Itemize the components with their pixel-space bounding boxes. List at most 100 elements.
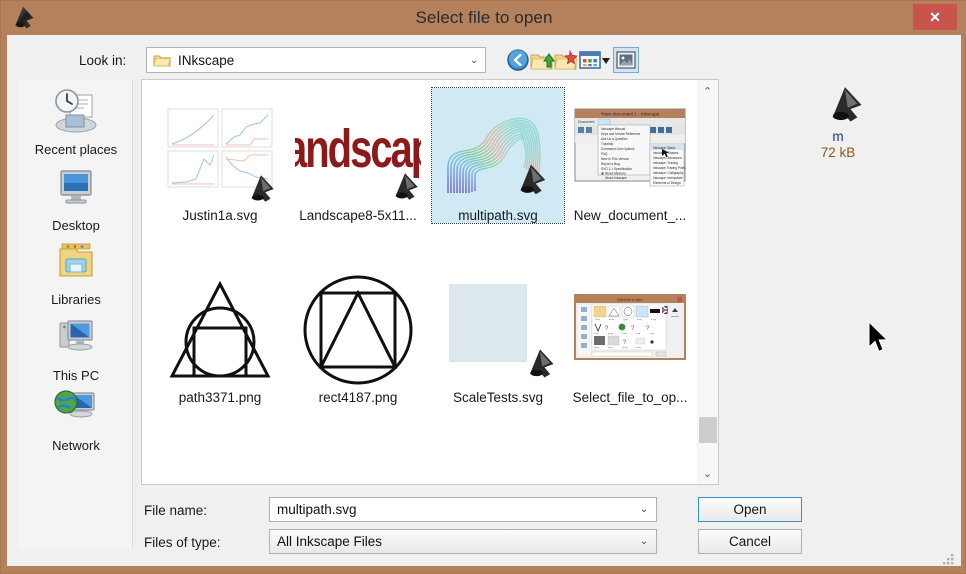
window-title: Select file to open — [1, 1, 966, 35]
preview-pane-button[interactable] — [613, 47, 639, 73]
svg-text:Command Line Options: Command Line Options — [601, 147, 635, 151]
svg-text:g.svg: g.svg — [608, 333, 613, 335]
sidebar-item-recent-places[interactable]: Recent places — [19, 87, 133, 157]
svg-text:Inkscape Manual: Inkscape Manual — [601, 127, 625, 131]
svg-text:Inkscape: Advanced: Inkscape: Advanced — [653, 156, 682, 160]
new-folder-icon — [553, 47, 579, 73]
scrollbar-thumb[interactable] — [699, 417, 717, 443]
svg-text:m.svg: m.svg — [622, 347, 627, 349]
preview-file-size: 72 kB — [725, 145, 951, 160]
this-pc-icon — [48, 313, 104, 361]
back-button[interactable] — [505, 47, 531, 73]
file-name-input[interactable]: multipath.svg ⌄ — [269, 497, 657, 522]
files-of-type-label: Files of type: — [144, 535, 221, 550]
svg-text:f.svg: f.svg — [594, 333, 598, 335]
file-item[interactable]: ScaleTests.svg — [432, 270, 564, 405]
file-item[interactable]: *New document 1 - Inkscape DocumentHelp … — [564, 88, 696, 223]
sidebar-item-label: This PC — [19, 368, 133, 383]
svg-text:Inkscape: Tracing: Inkscape: Tracing — [653, 161, 678, 165]
close-window-button[interactable]: ✕ — [913, 4, 957, 30]
file-list-scrollbar[interactable]: ⌃ ⌄ — [697, 79, 719, 485]
look-in-value: INkscape — [178, 53, 463, 68]
svg-text:Ask Us a Question: Ask Us a Question — [601, 137, 628, 141]
resize-grip-icon[interactable] — [941, 552, 955, 566]
preview-pane-icon — [614, 48, 638, 72]
svg-text:About Inkscape: About Inkscape — [605, 176, 627, 180]
up-folder-icon — [529, 47, 555, 73]
sidebar-item-network[interactable]: Network — [19, 383, 133, 453]
scroll-down-button[interactable]: ⌄ — [697, 462, 718, 484]
chevron-down-icon[interactable]: ⌄ — [632, 504, 656, 515]
file-name: ScaleTests.svg — [432, 390, 564, 405]
file-item[interactable]: Select file to open — [564, 270, 696, 405]
desktop-monitor-icon — [48, 163, 104, 211]
file-thumbnail: Landscape — [292, 88, 424, 208]
svg-text:Inkscape: Calligraphy: Inkscape: Calligraphy — [653, 171, 684, 175]
svg-text:About Memory: About Memory — [605, 172, 626, 176]
file-thumbnail: Select file to open — [564, 270, 696, 390]
preview-pane: m 72 kB — [725, 79, 951, 485]
file-name: Select_file_to_op... — [564, 390, 696, 405]
triangle-circle-square-thumb — [166, 276, 274, 384]
inkscape-badge-icon — [522, 346, 558, 382]
chevron-down-icon[interactable]: ⌄ — [632, 536, 656, 547]
new-folder-button[interactable] — [553, 47, 579, 73]
file-item[interactable]: Justin1a.svg — [160, 88, 280, 223]
file-item[interactable]: rect4187.png — [292, 270, 424, 405]
file-item-selected[interactable]: multipath.svg — [432, 88, 564, 223]
file-thumbnail — [432, 88, 564, 208]
svg-text:h.svg: h.svg — [622, 333, 627, 335]
svg-text:c.png: c.png — [623, 319, 628, 321]
svg-text:a.svg: a.svg — [595, 319, 600, 321]
file-name: path3371.png — [160, 390, 280, 405]
file-thumbnail — [160, 270, 280, 390]
view-menu-caret[interactable] — [599, 47, 613, 73]
svg-text:d.svg: d.svg — [637, 319, 642, 321]
sidebar-item-label: Libraries — [19, 292, 133, 307]
sidebar-item-label: Recent places — [19, 142, 133, 157]
sidebar-item-label: Desktop — [19, 218, 133, 233]
svg-text:preview: preview — [671, 315, 679, 318]
open-button[interactable]: Open — [698, 497, 802, 522]
svg-text:Elements of Design: Elements of Design — [653, 181, 681, 185]
inkscape-file-icon — [823, 83, 867, 127]
recent-places-icon — [48, 87, 104, 135]
sidebar-item-desktop[interactable]: Desktop — [19, 163, 133, 233]
inkscape-badge-icon — [520, 165, 545, 195]
circle-square-triangle-thumb — [299, 271, 417, 389]
dialog-screenshot-thumb: Select file to open — [574, 294, 686, 366]
svg-text:Select file to open: Select file to open — [617, 298, 643, 302]
libraries-folder-icon — [48, 237, 104, 285]
file-thumbnail — [432, 270, 564, 390]
file-thumbnail — [292, 270, 424, 390]
sidebar-item-this-pc[interactable]: This PC — [19, 313, 133, 383]
inkscape-badge-icon — [388, 170, 422, 204]
up-folder-button[interactable] — [529, 47, 555, 73]
screenshot-menu-thumb: *New document 1 - Inkscape DocumentHelp … — [574, 108, 686, 188]
network-globe-icon — [48, 383, 104, 431]
svg-text:Inkscape: Interpolate: Inkscape: Interpolate — [653, 176, 683, 180]
cancel-button[interactable]: Cancel — [698, 529, 802, 554]
svg-text:l.png: l.png — [608, 347, 612, 349]
svg-text:b.png: b.png — [609, 319, 614, 321]
svg-text:j.svg: j.svg — [649, 333, 654, 335]
file-list[interactable]: Justin1a.svg Landscape Landscape8-5x11..… — [141, 79, 697, 485]
folder-icon — [153, 53, 171, 68]
svg-text:k.png: k.png — [594, 347, 599, 349]
look-in-label: Look in: — [79, 53, 126, 68]
places-sidebar: Recent places Desktop Librarie — [19, 79, 133, 549]
sidebar-item-libraries[interactable]: Libraries — [19, 237, 133, 307]
sidebar-item-label: Network — [19, 438, 133, 453]
svg-text:i.svg: i.svg — [636, 333, 640, 335]
back-arrow-icon — [505, 47, 531, 73]
file-item[interactable]: path3371.png — [160, 270, 280, 405]
svg-text:Inkscape: Basic: Inkscape: Basic — [653, 146, 676, 150]
files-of-type-select[interactable]: All Inkscape Files ⌄ — [269, 529, 657, 554]
look-in-combobox[interactable]: INkscape ⌄ — [146, 47, 486, 73]
chevron-down-icon: ⌄ — [463, 55, 485, 66]
file-item[interactable]: Landscape Landscape8-5x11... — [292, 88, 424, 223]
scroll-up-button[interactable]: ⌃ — [697, 80, 718, 102]
svg-text:*New document 1 - Inkscape: *New document 1 - Inkscape — [601, 112, 660, 117]
svg-text:n.svg: n.svg — [636, 347, 641, 349]
file-thumbnail: *New document 1 - Inkscape DocumentHelp … — [564, 88, 696, 208]
